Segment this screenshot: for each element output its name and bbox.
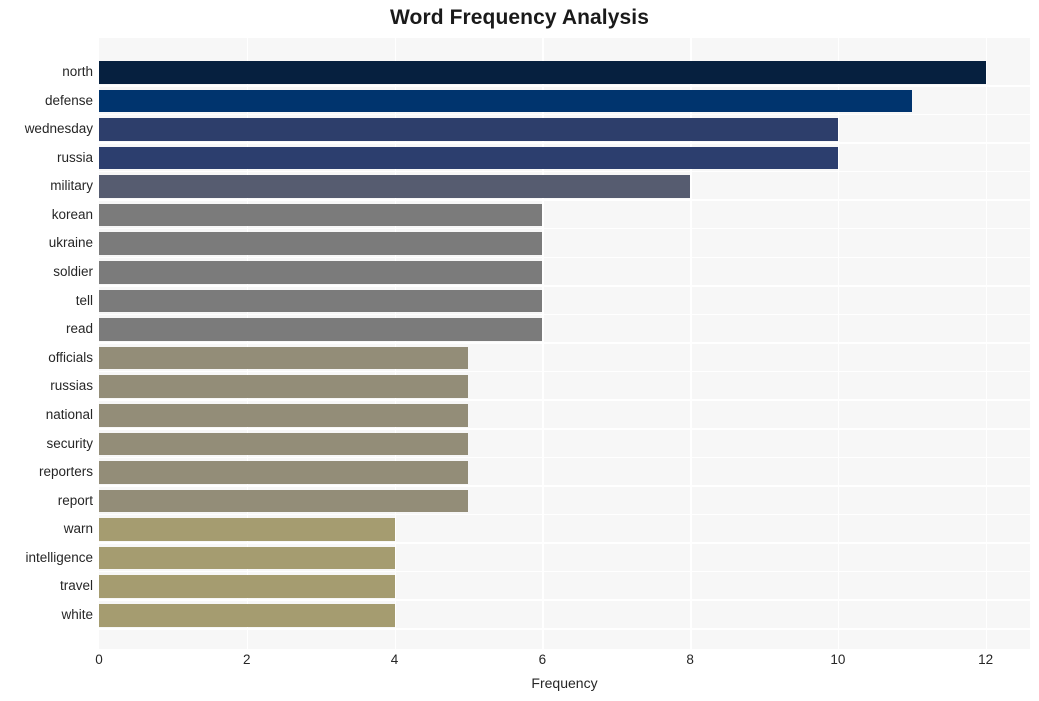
bar-row: [99, 372, 1030, 401]
bar: [99, 518, 395, 541]
bar-row: [99, 87, 1030, 116]
bar: [99, 232, 543, 256]
y-axis-tick-label: travel: [59, 578, 93, 594]
y-axis-tick-label: russia: [56, 149, 93, 165]
bar: [99, 61, 986, 84]
bar-row: [99, 115, 1030, 144]
bar-row: [99, 229, 1030, 259]
x-axis-tick-label: 0: [95, 652, 103, 667]
bar-row: [99, 315, 1030, 344]
x-axis-tick-label: 10: [830, 652, 846, 667]
bar-rows: [99, 38, 1030, 649]
bar-row: [99, 544, 1030, 573]
bar: [99, 289, 543, 313]
x-axis-title: Frequency: [531, 675, 598, 691]
x-axis-tick-label: 4: [390, 652, 399, 667]
y-axis-tick-label: report: [57, 492, 93, 508]
y-axis-tick-label: warn: [63, 521, 93, 537]
bar-row: [99, 58, 1030, 87]
bar-row: [99, 601, 1030, 630]
plot-area: [99, 38, 1030, 649]
bar-row: [99, 258, 1030, 287]
chart-title: Word Frequency Analysis: [389, 6, 650, 29]
bar: [99, 346, 469, 370]
bar-row: [99, 144, 1030, 173]
bar-row: [99, 430, 1030, 459]
y-axis-tick-label: security: [46, 435, 93, 451]
y-axis-tick-label: read: [65, 321, 93, 337]
y-axis-tick-label: defense: [44, 92, 93, 108]
x-axis-tick-label: 6: [538, 652, 547, 667]
bar: [99, 461, 469, 484]
y-axis-tick-label: officials: [48, 349, 93, 365]
y-axis-tick-label: intelligence: [25, 549, 93, 565]
bar-row: [99, 287, 1030, 316]
bar-row: [99, 201, 1030, 230]
bar-row: [99, 572, 1030, 601]
y-axis-tick-label: ukraine: [48, 235, 93, 251]
bar: [99, 489, 469, 513]
y-axis-tick-label: reporters: [38, 464, 93, 480]
bar: [99, 261, 543, 284]
y-axis-tick-label: military: [50, 178, 93, 194]
bar-row: [99, 172, 1030, 201]
bar: [99, 375, 469, 398]
bar: [99, 89, 912, 113]
bar: [99, 318, 543, 341]
x-axis-tick-label: 2: [243, 652, 251, 667]
bar: [99, 203, 543, 227]
y-axis-tick-label: soldier: [53, 264, 93, 280]
bar-row: [99, 401, 1030, 430]
y-axis-tick-label: korean: [51, 206, 93, 222]
bar-row: [99, 487, 1030, 516]
x-axis-tick-label: 12: [978, 652, 994, 667]
y-axis-tick-label: white: [61, 606, 93, 622]
y-axis-tick-labels: north defense wednesday russia military korea…: [0, 38, 93, 649]
y-axis-tick-label: north: [62, 64, 93, 79]
x-axis-tick-labels: 0 2 4 6 8 10 12: [95, 651, 1030, 671]
y-axis-tick-label: russias: [50, 378, 93, 394]
x-axis-tick-label: 8: [686, 652, 694, 667]
y-axis-tick-label: national: [45, 406, 93, 422]
bar-row: [99, 344, 1030, 373]
bar: [99, 175, 691, 198]
bar: [99, 432, 469, 456]
bar: [99, 146, 838, 170]
bar: [99, 575, 395, 598]
word-frequency-bar-chart: Word Frequency Analysis north defense wedn…: [0, 0, 1039, 701]
bar: [99, 603, 395, 627]
bar: [99, 403, 469, 427]
row-separator: [99, 628, 1030, 630]
y-axis-tick-label: tell: [75, 292, 93, 308]
bar: [99, 118, 838, 141]
bar: [99, 546, 395, 570]
y-axis-tick-label: wednesday: [24, 121, 93, 137]
bar-row: [99, 458, 1030, 487]
bar-row: [99, 515, 1030, 544]
